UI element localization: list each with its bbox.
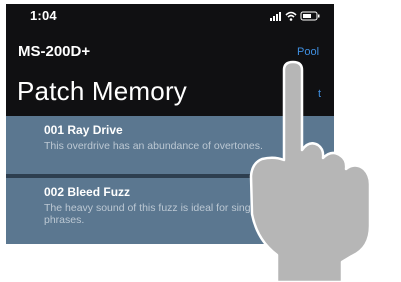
pointing-hand-icon <box>249 60 372 282</box>
